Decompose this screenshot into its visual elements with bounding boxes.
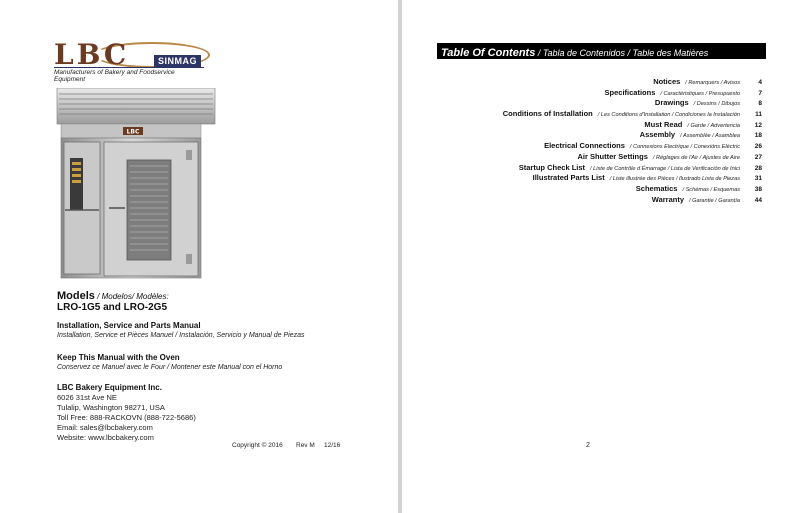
toc-entry-page: 4 [758, 79, 762, 86]
address-line: 6026 31st Ave NE [57, 393, 117, 402]
cover-page: LBC SINMAG Manufacturers of Bakery and F… [0, 0, 398, 513]
toc-entry-translation: / Garde / Advertencia [687, 122, 740, 129]
toc-entry[interactable]: Illustrated Parts List / Liste illustrée … [462, 173, 762, 184]
toc-entry-title: Schematics [635, 183, 678, 193]
toc-entry-title: Electrical Connections [544, 141, 625, 151]
toc-title-bar: Table Of Contents / Tabla de Contenidos … [437, 43, 766, 59]
toc-entry-page: 7 [758, 89, 762, 97]
toc-entry[interactable]: Schematics / Schémas / Esquemas 38 [462, 184, 762, 195]
toc-entry[interactable]: Warranty / Garantie / Garantía 44 [462, 195, 762, 206]
models-translations: / Modelos/ Modèles: [94, 292, 169, 301]
toc-title-translations: / Tabla de Contenidos / Table des Matièr… [535, 48, 709, 58]
document-spread: LBC SINMAG Manufacturers of Bakery and F… [0, 0, 800, 513]
manual-title-translations: Installation, Service et Pièces Manuel /… [57, 332, 305, 339]
toc-entry-translation: / Assemblée / Asamblea [680, 133, 740, 140]
toc-entry-page: 26 [754, 143, 762, 151]
toc-entry[interactable]: Air Shutter Settings / Réglages de l'Air … [462, 152, 762, 163]
toc-entry-page: 31 [754, 175, 762, 183]
toc-entry-title: Must Read [644, 119, 683, 129]
toc-entry-translation: / Dessins / Dibujos [693, 101, 740, 108]
oven-panel-logo: LBC [127, 129, 140, 136]
toc-entry-title: Illustrated Parts List [532, 173, 605, 183]
toc-entry[interactable]: Startup Check List / Liste de Contrôle d … [462, 163, 762, 174]
toc-entry-title: Drawings [654, 98, 689, 108]
toc-entry-title: Conditions of Installation [502, 109, 593, 119]
toc-entry-page: 38 [754, 185, 762, 193]
models-heading: Models / Modelos/ Modèles: [57, 290, 169, 302]
toc-entry-translation: / Connexions Electrique / Conexións Eléc… [629, 144, 740, 151]
toc-entry-title: Startup Check List [518, 162, 586, 172]
toc-entry-page: 8 [758, 100, 762, 108]
toc-entry[interactable]: Conditions of Installation / Les Conditio… [462, 109, 762, 120]
toc-entry-page: 18 [754, 132, 762, 140]
toc-entry[interactable]: Must Read / Garde / Advertencia 12 [462, 120, 762, 131]
toc-entry-page: 12 [754, 121, 762, 129]
model-names: LRO-1G5 and LRO-2G5 [57, 302, 168, 313]
address-line: Tulalip, Washington 98271, USA [57, 403, 165, 412]
logo-text: LBC [54, 38, 130, 71]
toc-entry-page: 44 [754, 196, 762, 204]
toc-entry[interactable]: Notices / Remarquers / Avisos 4 [462, 77, 762, 88]
logo-tagline: Manufacturers of Bakery and Foodservice … [54, 67, 204, 83]
toc-entry[interactable]: Electrical Connections / Connexions Elect… [462, 141, 762, 152]
phone-line: Toll Free: 888-RACKOVN (888-722-5686) [57, 413, 196, 422]
toc-entry-translation: / Caractéristiques / Presupuesto [660, 90, 740, 97]
toc-entry-page: 27 [754, 153, 762, 161]
toc-entry[interactable]: Assembly / Assemblée / Asamblea 18 [462, 130, 762, 141]
oven-illustration: LBC [56, 88, 216, 279]
toc-entry-title: Warranty [651, 194, 684, 204]
toc-entry-title: Notices [653, 77, 681, 86]
toc-entry-translation: / Liste de Contrôle d Émarrage / Lista d… [590, 165, 740, 172]
website-line: Website: www.lbcbakery.com [57, 433, 154, 442]
toc-page: Table Of Contents / Tabla de Contenidos … [402, 0, 800, 513]
models-label: Models [57, 290, 95, 302]
toc-list: Notices / Remarquers / Avisos 4 Specificat… [462, 77, 762, 205]
toc-entry[interactable]: Specifications / Caractéristiques / Presu… [462, 88, 762, 99]
logo-badge: SINMAG [154, 55, 201, 67]
toc-entry-page: 28 [754, 164, 762, 172]
toc-title: Table Of Contents [441, 47, 536, 59]
copyright: Copyright © 2016 [232, 442, 283, 449]
toc-entry[interactable]: Drawings / Dessins / Dibujos 8 [462, 98, 762, 109]
toc-entry-title: Specifications [604, 87, 656, 97]
toc-entry-translation: / Remarquers / Avisos [685, 80, 740, 86]
toc-entry-translation: / Réglages de l'Air / Ajustes de Aire [652, 154, 740, 161]
email-line: Email: sales@lbcbakery.com [57, 423, 153, 432]
manual-title: Installation, Service and Parts Manual [57, 321, 201, 330]
company-name: LBC Bakery Equipment Inc. [57, 383, 162, 392]
toc-entry-title: Air Shutter Settings [577, 151, 648, 161]
toc-entry-translation: / Schémas / Esquemas [682, 186, 740, 193]
revision-date: 12/16 [324, 442, 341, 449]
toc-entry-title: Assembly [639, 130, 676, 140]
keep-manual-title: Keep This Manual with the Oven [57, 353, 180, 362]
keep-manual-translations: Conservez ce Manuel avec le Four / Monte… [57, 364, 283, 371]
toc-entry-translation: / Garantie / Garantía [689, 197, 740, 204]
toc-entry-page: 11 [755, 111, 762, 119]
toc-entry-translation: / Liste illustrée des Pièces / Ilustrado… [609, 176, 740, 183]
page-number: 2 [586, 442, 590, 449]
revision: Rev M [296, 442, 315, 449]
toc-entry-translation: / Les Conditions d'Installation / Condic… [597, 112, 740, 119]
